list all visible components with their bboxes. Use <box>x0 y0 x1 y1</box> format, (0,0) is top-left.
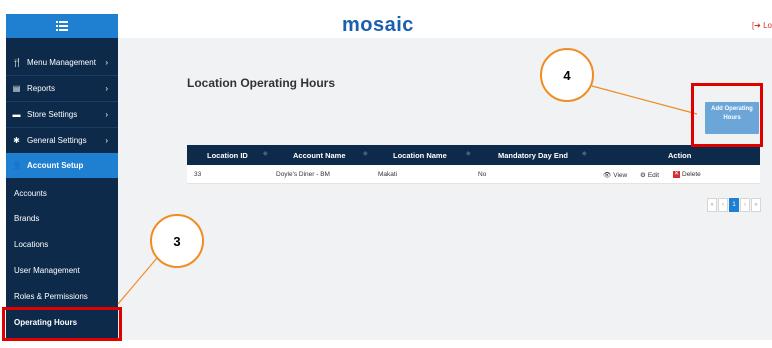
screenshot: 🍴 Menu Management › ▤ Reports › ▬ Store … <box>0 0 772 348</box>
highlight-add-button <box>691 83 763 147</box>
callout-3-connector <box>117 257 158 305</box>
callout-4-connector <box>591 85 698 115</box>
callout-3: 3 <box>150 214 204 268</box>
callout-4: 4 <box>540 48 594 102</box>
callout-connectors <box>117 85 698 305</box>
highlight-operating-hours <box>2 307 122 341</box>
